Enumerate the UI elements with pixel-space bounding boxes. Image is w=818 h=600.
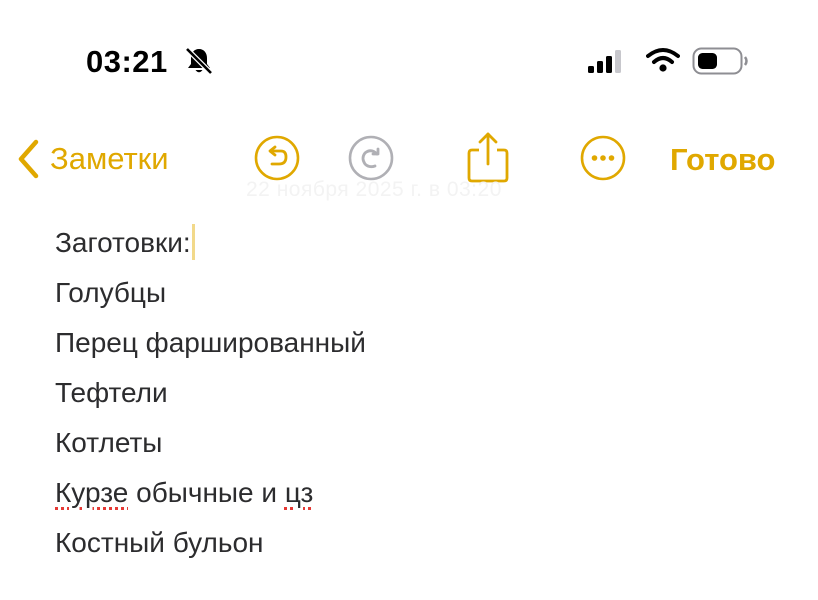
status-time: 03:21 [86, 44, 168, 79]
back-button[interactable]: Заметки [16, 130, 169, 188]
share-icon[interactable] [466, 130, 510, 184]
note-line-text: Заготовки: [55, 227, 191, 258]
note-line[interactable]: Котлеты [55, 418, 795, 468]
redo-icon[interactable] [347, 134, 395, 182]
note-line[interactable]: Костный бульон [55, 518, 795, 568]
status-bar: 03:21 [0, 0, 818, 110]
note-line[interactable]: Тефтели [55, 368, 795, 418]
note-line[interactable]: Курзе обычные и цз [55, 468, 795, 518]
done-button[interactable]: Готово [670, 142, 776, 178]
undo-icon[interactable] [253, 134, 301, 182]
misspelled-word[interactable]: Курзе [55, 477, 128, 508]
note-line-text: обычные и [128, 477, 285, 508]
note-line[interactable]: Голубцы [55, 268, 795, 318]
note-date: 22 ноября 2025 г. в 03:20 [246, 178, 502, 201]
note-line[interactable]: Заготовки: [55, 218, 795, 268]
chevron-left-icon [18, 139, 39, 179]
bell-slash-icon [185, 47, 213, 75]
back-button-label: Заметки [50, 141, 169, 176]
cellular-signal-icon [588, 50, 621, 73]
text-cursor [191, 224, 195, 260]
battery-icon [692, 47, 748, 75]
wifi-icon [646, 48, 680, 72]
more-icon[interactable] [579, 134, 627, 182]
misspelled-word[interactable]: цз [285, 477, 314, 508]
note-body[interactable]: Заготовки: Голубцы Перец фаршированный Т… [55, 218, 795, 568]
note-line[interactable]: Перец фаршированный [55, 318, 795, 368]
